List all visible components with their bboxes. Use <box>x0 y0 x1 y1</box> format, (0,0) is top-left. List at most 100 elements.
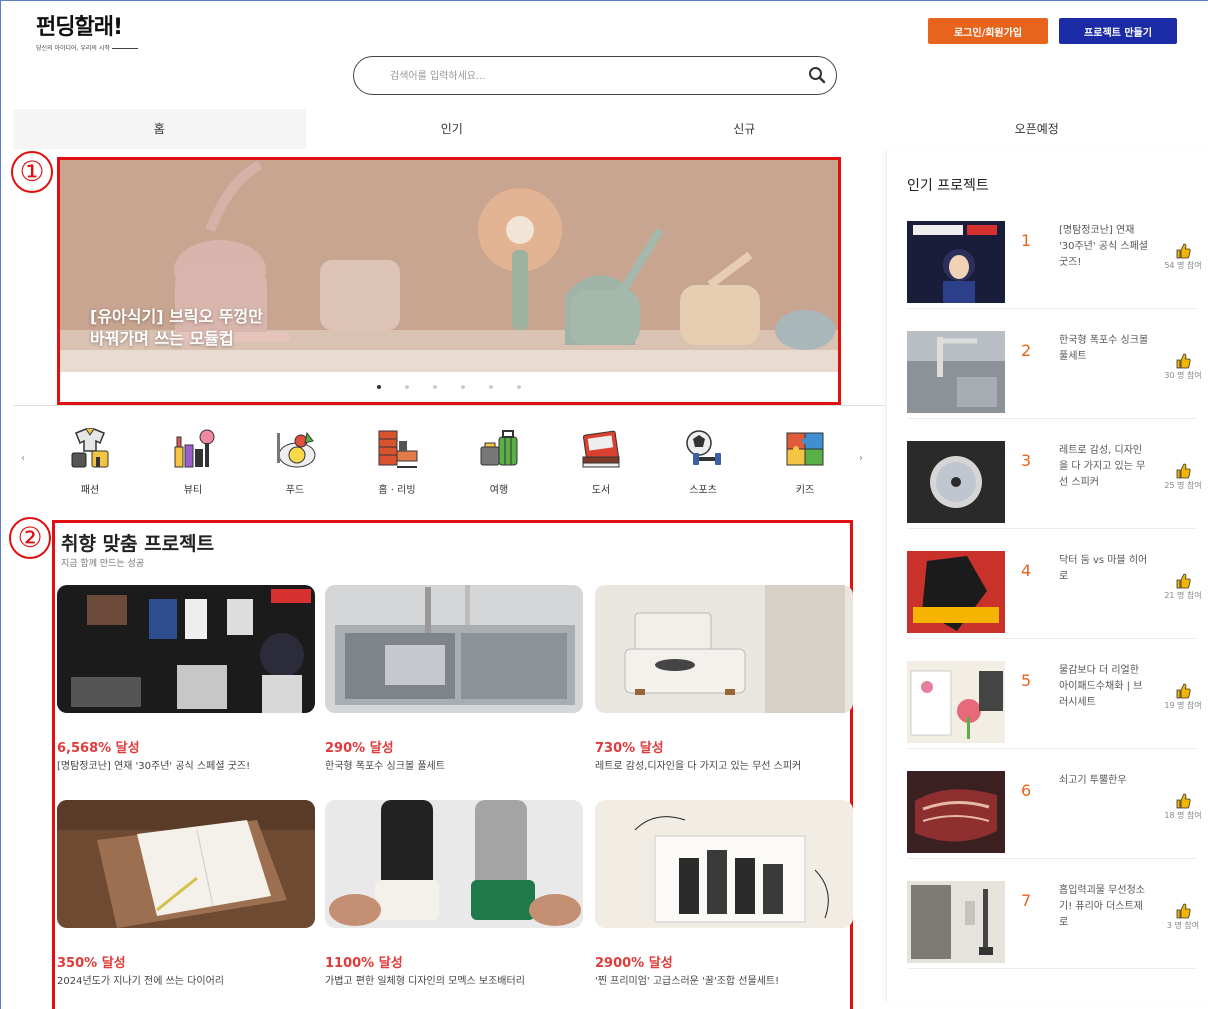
kids-icon <box>786 432 824 466</box>
annotation-marker-1: ① <box>11 151 53 193</box>
category-prev-arrow[interactable]: ‹ <box>21 453 25 464</box>
login-signup-button[interactable]: 로그인/회원가입 <box>928 18 1048 44</box>
thumbs-up-icon[interactable] <box>1175 243 1191 259</box>
thumbs-up-icon[interactable] <box>1175 573 1191 589</box>
category-fashion[interactable]: 패션 <box>55 427 125 496</box>
banner-title: [유아식기] 브릭오 뚜껑만 바꿔가며 쓰는 모듈컵 <box>90 306 263 350</box>
project-name: 레트로 감성,디자인을 다 가지고 있는 무선 스피커 <box>595 761 802 772</box>
food-icon <box>277 431 316 468</box>
rank-number: 7 <box>1021 891 1032 910</box>
project-card[interactable]: 2900% 달성 '찐 프리미엄' 고급스러운 '꿀'조합 선물세트! <box>595 800 853 989</box>
popular-item[interactable]: 1 [명탐정코난] 연재 '30주년' 공식 스페셜 굿즈! 54 명 참여 <box>907 213 1202 309</box>
section-subtitle: 지금 함께 만드는 성공 <box>61 559 145 569</box>
home-living-icon <box>378 430 418 468</box>
logo-tagline: 당신의 아이디어, 우리의 시작 <box>36 43 138 52</box>
participant-count: 54 명 참여 <box>1164 261 1202 270</box>
like-count: 18 명 참여 <box>1163 793 1203 821</box>
rank-number: 2 <box>1021 341 1032 360</box>
sidebar-title: 인기 프로젝트 <box>907 178 989 194</box>
project-card[interactable]: 290% 달성 한국형 폭포수 싱크볼 풀세트 <box>325 585 583 774</box>
category-book[interactable]: 도서 <box>566 427 636 496</box>
popular-item[interactable]: 7 흡입력괴물 무선청소기! 퓨리아 더스트제로 3 명 참여 <box>907 873 1199 969</box>
carousel-dots <box>60 372 838 402</box>
book-icon <box>582 430 620 468</box>
carousel-dot[interactable] <box>377 385 381 389</box>
category-next-arrow[interactable]: › <box>859 453 863 464</box>
thumbs-up-icon[interactable] <box>1175 903 1191 919</box>
rank-number: 5 <box>1021 671 1032 690</box>
achievement-rate: 350% 달성 <box>57 956 126 971</box>
popular-item[interactable]: 6 쇠고기 투뿔한우 18 명 참여 <box>907 763 1202 859</box>
project-thumbnail <box>907 551 1005 633</box>
project-card[interactable]: 730% 달성 레트로 감성,디자인을 다 가지고 있는 무선 스피커 <box>595 585 853 774</box>
popular-projects-sidebar: 인기 프로젝트 1 [명탐정코난] 연재 '30주년' 공식 스페셜 굿즈! 5… <box>886 151 1208 1001</box>
category-label: 홈 · 리빙 <box>378 485 416 496</box>
category-beauty[interactable]: 뷰티 <box>158 427 228 496</box>
category-kids[interactable]: 키즈 <box>770 427 840 496</box>
section-divider <box>13 405 885 406</box>
project-card[interactable]: 350% 달성 2024년도가 지나기 전에 쓰는 다이어리 <box>57 800 315 989</box>
category-food[interactable]: 푸드 <box>260 427 330 496</box>
project-thumbnail <box>907 881 1005 963</box>
participant-count: 18 명 참여 <box>1164 811 1202 820</box>
popular-item[interactable]: 3 레트로 감성, 디자인을 다 가지고 있는 무선 스피커 25 명 참여 <box>907 433 1202 529</box>
project-name: [명탐정코난] 연재 '30주년' 공식 스페셜 굿즈! <box>1059 225 1148 268</box>
tab-upcoming[interactable]: 오픈예정 <box>891 109 1184 149</box>
thumbs-up-icon[interactable] <box>1175 793 1191 809</box>
project-name: 물감보다 더 리얼한 아이패드수채화 | 브러시세트 <box>1059 665 1143 708</box>
popular-item[interactable]: 4 닥터 둠 vs 마블 히어로 21 명 참여 <box>907 543 1202 639</box>
participant-count: 3 명 참여 <box>1166 921 1200 930</box>
logo[interactable]: 펀딩할래! 당신의 아이디어, 우리의 시작 <box>36 9 138 52</box>
travel-icon <box>480 430 518 466</box>
participant-count: 25 명 참여 <box>1164 481 1202 490</box>
tab-home[interactable]: 홈 <box>13 109 306 149</box>
project-card[interactable]: 1100% 달성 가볍고 편한 일체형 디자인의 모멕스 보조배터리 <box>325 800 583 989</box>
tab-popular[interactable]: 인기 <box>306 109 599 149</box>
like-count: 54 명 참여 <box>1163 243 1203 271</box>
project-card[interactable]: 6,568% 달성 [명탐정코난] 연재 '30주년' 공식 스페셜 굿즈! <box>57 585 315 774</box>
like-count: 21 명 참여 <box>1163 573 1203 601</box>
page: 펀딩할래! 당신의 아이디어, 우리의 시작 로그인/회원가입 프로젝트 만들기… <box>0 0 1208 1009</box>
beauty-icon <box>174 429 215 468</box>
search-input[interactable] <box>390 66 790 86</box>
thumbs-up-icon[interactable] <box>1175 683 1191 699</box>
create-project-button[interactable]: 프로젝트 만들기 <box>1059 18 1177 44</box>
project-name: 한국형 폭포수 싱크볼 풀세트 <box>325 761 445 772</box>
achievement-rate: 1100% 달성 <box>325 956 403 971</box>
achievement-rate: 290% 달성 <box>325 741 394 756</box>
section-title: 취향 맞춤 프로젝트 <box>61 533 215 555</box>
achievement-rate: 730% 달성 <box>595 741 664 756</box>
main-nav: 홈 인기 신규 오픈예정 <box>13 109 1183 149</box>
like-count: 25 명 참여 <box>1163 463 1203 491</box>
category-sports[interactable]: 스포츠 <box>668 427 738 496</box>
carousel-dot[interactable] <box>461 385 465 389</box>
like-count: 3 명 참여 <box>1163 903 1203 931</box>
recommended-projects-section: 취향 맞춤 프로젝트 지금 함께 만드는 성공 6,568% 달성 [명탐정코난… <box>52 520 853 1009</box>
fashion-icon <box>71 428 109 468</box>
project-name: 2024년도가 지나기 전에 쓰는 다이어리 <box>57 976 224 987</box>
carousel-dot[interactable] <box>433 385 437 389</box>
search-icon[interactable] <box>808 66 826 84</box>
search-bar <box>353 56 837 95</box>
thumbs-up-icon[interactable] <box>1175 353 1191 369</box>
category-travel[interactable]: 여행 <box>464 427 534 496</box>
carousel-dot[interactable] <box>489 385 493 389</box>
rank-number: 4 <box>1021 561 1032 580</box>
carousel-dot[interactable] <box>405 385 409 389</box>
rank-number: 6 <box>1021 781 1032 800</box>
achievement-rate: 2900% 달성 <box>595 956 673 971</box>
participant-count: 21 명 참여 <box>1164 591 1202 600</box>
project-image <box>595 800 853 928</box>
project-name: 닥터 둠 vs 마블 히어로 <box>1059 555 1148 582</box>
tab-new[interactable]: 신규 <box>598 109 891 149</box>
popular-item[interactable]: 2 한국형 폭포수 싱크볼 풀세트 30 명 참여 <box>907 323 1202 419</box>
category-home-living[interactable]: 홈 · 리빙 <box>362 427 432 496</box>
popular-item[interactable]: 5 물감보다 더 리얼한 아이패드수채화 | 브러시세트 19 명 참여 <box>907 653 1202 749</box>
thumbs-up-icon[interactable] <box>1175 463 1191 479</box>
hero-banner[interactable]: [유아식기] 브릭오 뚜껑만 바꿔가며 쓰는 모듈컵 <box>57 157 841 405</box>
project-thumbnail <box>907 661 1005 743</box>
carousel-dot[interactable] <box>517 385 521 389</box>
category-label: 뷰티 <box>183 485 203 496</box>
project-name: 레트로 감성, 디자인을 다 가지고 있는 무선 스피커 <box>1059 445 1146 488</box>
banner-title-line2: 바꿔가며 쓰는 모듈컵 <box>90 329 234 348</box>
